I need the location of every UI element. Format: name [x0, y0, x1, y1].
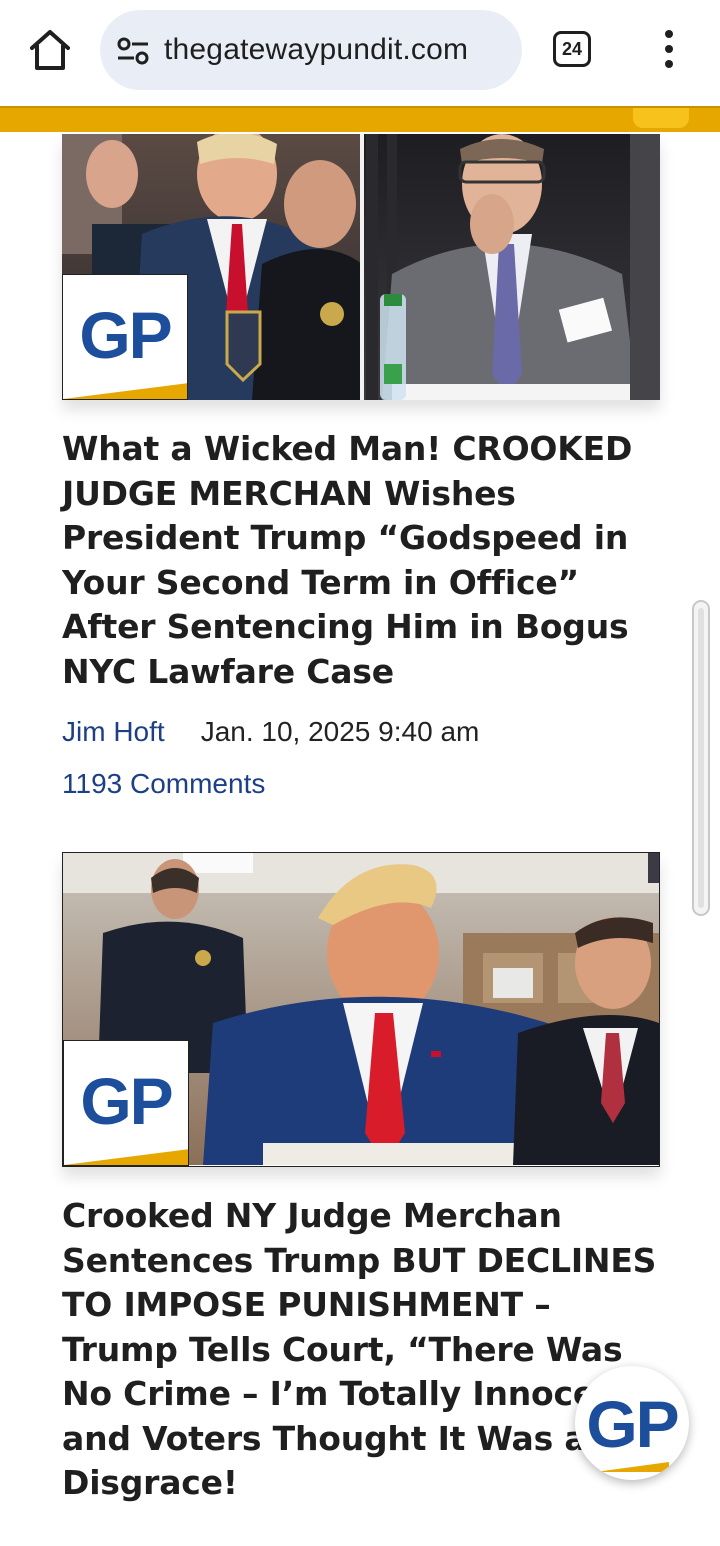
logo-stripe-icon: [64, 1149, 188, 1165]
address-bar[interactable]: thegatewaypundit.com: [100, 10, 522, 90]
browser-toolbar: thegatewaypundit.com 24: [0, 0, 720, 106]
gp-floating-button[interactable]: GP: [575, 1366, 689, 1480]
gp-logo-badge: GP: [62, 274, 188, 400]
article-card: GP What a Wicked Man! CROOKED JUDGE MERC…: [62, 134, 660, 802]
gp-logo-text: GP: [586, 1387, 679, 1461]
logo-stripe-icon: [595, 1462, 669, 1472]
site-search-button[interactable]: [633, 108, 689, 128]
url-text[interactable]: thegatewaypundit.com: [164, 32, 468, 68]
gp-logo-text: GP: [79, 298, 172, 372]
article-headline[interactable]: Crooked NY Judge Merchan Sentences Trump…: [62, 1194, 660, 1506]
article-headline[interactable]: What a Wicked Man! CROOKED JUDGE MERCHAN…: [62, 427, 660, 694]
article-thumbnail[interactable]: GP: [62, 134, 660, 400]
tab-switcher-button[interactable]: 24: [553, 31, 591, 67]
site-header: [0, 106, 720, 132]
article-author[interactable]: Jim Hoft: [62, 716, 165, 747]
home-icon[interactable]: [26, 26, 74, 74]
gp-logo-badge: GP: [63, 1040, 189, 1166]
logo-stripe-icon: [63, 383, 187, 399]
gp-logo-text: GP: [80, 1064, 173, 1138]
site-settings-icon[interactable]: [116, 37, 150, 65]
comments-link[interactable]: 1193 Comments: [62, 766, 660, 802]
more-options-icon[interactable]: [657, 30, 681, 70]
article-date: Jan. 10, 2025 9:40 am: [200, 716, 480, 747]
page-scrollbar[interactable]: [692, 600, 710, 916]
article-meta: Jim Hoft Jan. 10, 2025 9:40 am: [62, 714, 660, 750]
article-thumbnail[interactable]: GP: [62, 852, 660, 1167]
article-card: GP Crooked NY Judge Merchan Sentences Tr…: [62, 852, 660, 1506]
